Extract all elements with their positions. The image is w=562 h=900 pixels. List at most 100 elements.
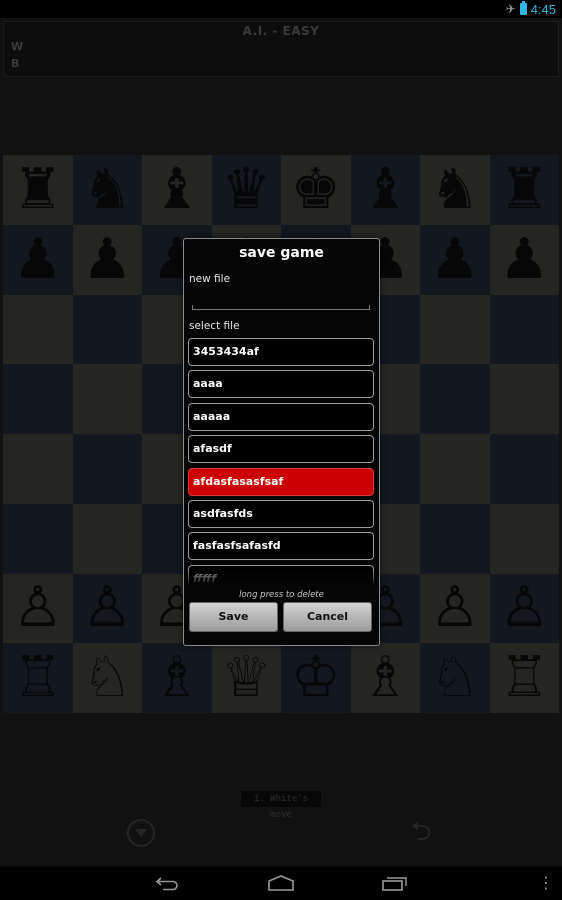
dropdown-circle-icon[interactable] <box>127 819 155 847</box>
white-pawn-icon[interactable]: ♙ <box>430 580 480 636</box>
black-knight-icon[interactable]: ♞ <box>430 161 480 218</box>
black-knight-icon[interactable]: ♞ <box>82 161 132 218</box>
cancel-button[interactable]: Cancel <box>283 602 372 632</box>
navigation-bar: ⋮ <box>0 866 562 900</box>
board-square[interactable]: ♘ <box>72 643 142 713</box>
overflow-menu-icon[interactable]: ⋮ <box>538 871 554 895</box>
input-underline <box>192 305 370 310</box>
white-pawn-icon[interactable]: ♙ <box>82 580 132 636</box>
white-knight-icon[interactable]: ♘ <box>82 650 132 706</box>
back-icon <box>155 877 178 891</box>
board-square[interactable] <box>489 434 559 504</box>
delete-hint: long press to delete <box>239 590 324 600</box>
select-file-label: select file <box>189 320 240 332</box>
undo-icon[interactable]: ⮌ <box>406 818 436 846</box>
board-square[interactable]: ♟ <box>3 224 73 295</box>
board-square[interactable]: ♜ <box>3 155 73 225</box>
board-square[interactable] <box>3 294 73 365</box>
board-square[interactable] <box>72 364 142 434</box>
black-pawn-icon[interactable]: ♟ <box>499 231 549 288</box>
board-square[interactable]: ♔ <box>281 643 351 713</box>
white-bishop-icon[interactable]: ♗ <box>152 650 202 706</box>
board-square[interactable] <box>3 434 73 504</box>
list-fade <box>188 569 375 585</box>
board-square[interactable]: ♟ <box>420 224 490 295</box>
file-list-item-selected[interactable]: afdasfasasfsaf <box>188 467 374 496</box>
black-captures-label: B <box>11 57 20 70</box>
board-square[interactable]: ♜ <box>489 155 559 225</box>
black-bishop-icon[interactable]: ♝ <box>152 161 202 218</box>
board-square[interactable]: ♟ <box>72 224 142 295</box>
board-square[interactable] <box>72 434 142 504</box>
board-square[interactable]: ♚ <box>281 155 351 225</box>
game-info-panel: A.I. - EASY W B <box>3 21 559 77</box>
board-square[interactable]: ♙ <box>489 573 559 644</box>
file-list-item[interactable]: afasdf <box>188 435 374 464</box>
black-pawn-icon[interactable]: ♟ <box>82 231 132 288</box>
save-game-dialog: save game new file select file 3453434af… <box>183 238 380 646</box>
white-king-icon[interactable]: ♔ <box>291 650 341 706</box>
black-king-icon[interactable]: ♚ <box>291 161 341 218</box>
board-square[interactable]: ♛ <box>211 155 281 225</box>
recent-apps-button[interactable] <box>376 871 414 895</box>
back-button[interactable] <box>150 871 186 895</box>
board-square[interactable]: ♟ <box>489 224 559 295</box>
board-square[interactable]: ♗ <box>142 643 212 713</box>
board-square[interactable] <box>420 503 490 574</box>
board-square[interactable] <box>3 364 73 434</box>
status-bar: ✈ 4:45 <box>0 0 562 18</box>
black-queen-icon[interactable]: ♛ <box>221 161 271 218</box>
board-square[interactable]: ♞ <box>72 155 142 225</box>
board-square[interactable]: ♙ <box>420 573 490 644</box>
board-square[interactable]: ♗ <box>350 643 420 713</box>
board-square[interactable]: ♙ <box>3 573 73 644</box>
black-pawn-icon[interactable]: ♟ <box>13 231 63 288</box>
file-list-item[interactable]: asdfasfds <box>188 499 374 528</box>
white-queen-icon[interactable]: ♕ <box>221 650 271 706</box>
white-captures-label: W <box>11 40 24 53</box>
white-pawn-icon[interactable]: ♙ <box>13 580 63 636</box>
board-square[interactable] <box>420 364 490 434</box>
white-rook-icon[interactable]: ♖ <box>13 650 63 706</box>
board-square[interactable] <box>72 503 142 574</box>
file-list-item[interactable]: aaaa <box>188 370 374 399</box>
board-square[interactable] <box>3 503 73 574</box>
file-list-item[interactable]: 3453434af <box>188 338 374 366</box>
battery-charging-icon <box>519 1 527 15</box>
home-button[interactable] <box>262 871 300 895</box>
clock: 4:45 <box>530 1 556 17</box>
board-square[interactable] <box>72 294 142 365</box>
board-square[interactable]: ♞ <box>420 155 490 225</box>
white-rook-icon[interactable]: ♖ <box>499 650 549 706</box>
white-knight-icon[interactable]: ♘ <box>430 650 480 706</box>
file-list[interactable]: 3453434af aaaa aaaaa afasdf afdasfasasfsaf as… <box>188 338 375 584</box>
white-pawn-icon[interactable]: ♙ <box>499 580 549 636</box>
board-square[interactable]: ♘ <box>420 643 490 713</box>
black-rook-icon[interactable]: ♜ <box>13 161 63 218</box>
new-file-label: new file <box>189 273 231 285</box>
board-square[interactable] <box>489 364 559 434</box>
board-square[interactable]: ♕ <box>211 643 281 713</box>
black-pawn-icon[interactable]: ♟ <box>430 231 480 288</box>
board-square[interactable]: ♝ <box>142 155 212 225</box>
file-list-item[interactable]: aaaaa <box>188 402 374 431</box>
airplane-mode-icon: ✈ <box>505 2 516 16</box>
board-square[interactable] <box>489 294 559 365</box>
white-bishop-icon[interactable]: ♗ <box>360 650 410 706</box>
home-icon <box>268 875 294 891</box>
save-button[interactable]: Save <box>189 602 278 632</box>
game-mode-title: A.I. - EASY <box>242 24 320 38</box>
file-list-item[interactable]: fasfasfsafasfd <box>188 532 374 561</box>
black-bishop-icon[interactable]: ♝ <box>360 161 410 218</box>
board-square[interactable] <box>489 503 559 574</box>
dialog-title: save game <box>239 245 324 261</box>
move-status-label: 1. White's move <box>241 791 321 820</box>
black-rook-icon[interactable]: ♜ <box>499 161 549 218</box>
board-square[interactable] <box>420 294 490 365</box>
board-square[interactable]: ♙ <box>72 573 142 644</box>
board-square[interactable]: ♖ <box>3 643 73 713</box>
board-square[interactable]: ♝ <box>350 155 420 225</box>
board-square[interactable]: ♖ <box>489 643 559 713</box>
recent-apps-icon <box>382 877 407 891</box>
board-square[interactable] <box>420 434 490 504</box>
